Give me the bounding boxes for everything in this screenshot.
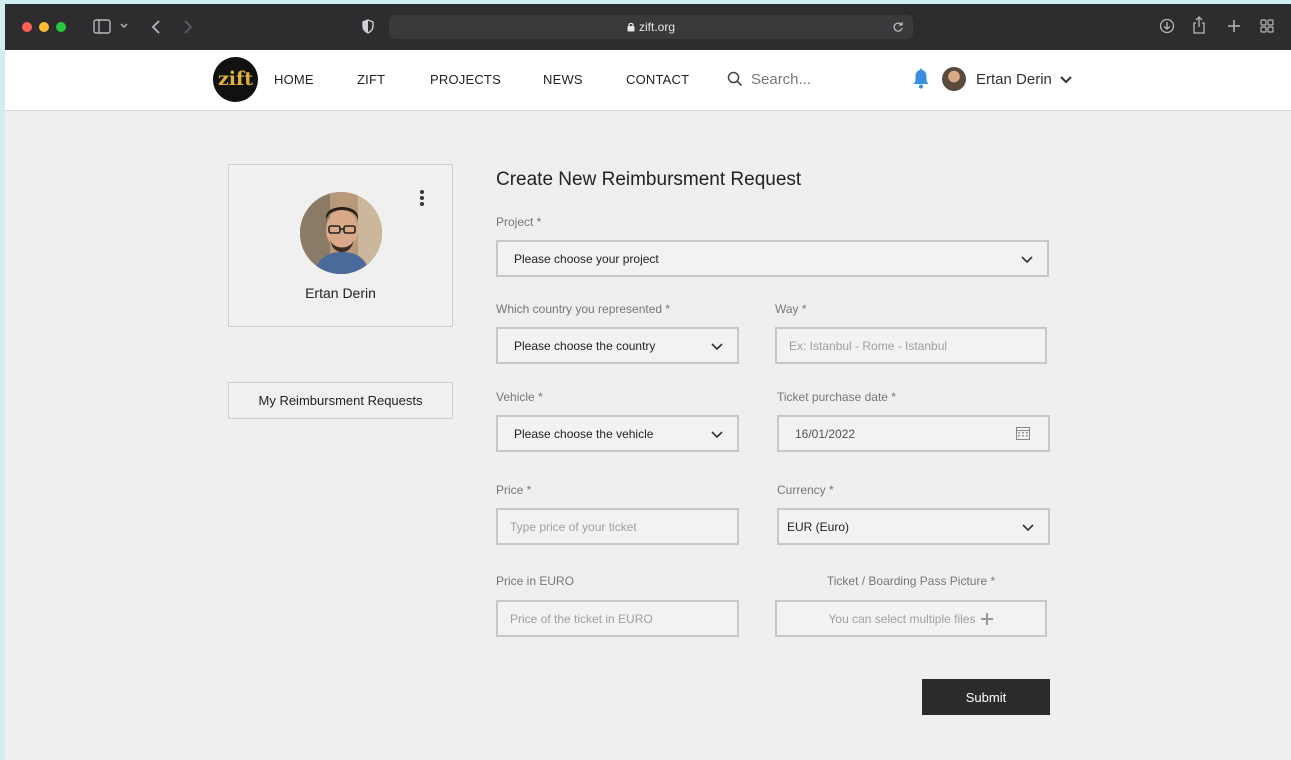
project-label: Project * [496,215,542,229]
lock-icon [627,22,635,32]
price-euro-input[interactable]: Price of the ticket in EURO [496,600,739,637]
vehicle-label: Vehicle * [496,390,543,404]
nav-contact[interactable]: CONTACT [626,72,689,87]
price-euro-input-placeholder: Price of the ticket in EURO [510,612,653,626]
country-label: Which country you represented * [496,302,671,316]
user-menu-name[interactable]: Ertan Derin [976,71,1052,88]
back-icon[interactable] [151,19,161,35]
plus-icon [981,613,994,625]
ticket-picture-placeholder: You can select multiple files [828,612,976,626]
chevron-down-icon [711,343,723,351]
nav-news[interactable]: NEWS [543,72,583,87]
forward-icon[interactable] [183,19,193,35]
ticket-date-input[interactable]: 16/01/2022 [777,415,1050,452]
ticket-picture-upload[interactable]: You can select multiple files [775,600,1047,637]
country-select[interactable]: Please choose the country [496,327,739,364]
chevron-down-icon[interactable] [1059,75,1073,85]
nav-projects[interactable]: PROJECTS [430,72,501,87]
profile-card: Ertan Derin [228,164,453,327]
privacy-shield-icon[interactable] [362,19,374,34]
browser-window: zift.org zift HOME ZIFT PROJECTS NEWS CO… [5,4,1291,760]
way-input[interactable]: Ex: Istanbul - Rome - Istanbul [775,327,1047,364]
price-euro-label: Price in EURO [496,574,575,588]
my-reimbursement-requests-button[interactable]: My Reimbursment Requests [228,382,453,419]
search-input[interactable]: Search... [751,71,811,88]
tab-overview-icon[interactable] [1260,19,1274,33]
user-avatar[interactable] [942,67,966,91]
url-value: zift.org [638,20,675,34]
nav-home[interactable]: HOME [274,72,314,87]
zoom-window-button[interactable] [56,22,66,32]
ticket-date-label: Ticket purchase date * [777,390,896,404]
vehicle-select-value: Please choose the vehicle [514,427,654,441]
notification-bell-icon[interactable] [911,68,931,90]
price-input-placeholder: Type price of your ticket [510,520,637,534]
chevron-down-icon [1021,256,1033,264]
ticket-date-value: 16/01/2022 [795,427,856,441]
price-label: Price * [496,483,532,497]
share-icon[interactable] [1192,16,1206,34]
browser-toolbar: zift.org [5,4,1291,50]
way-label: Way * [775,302,807,316]
profile-avatar [300,192,382,274]
currency-select[interactable]: EUR (Euro) [777,508,1050,545]
country-select-value: Please choose the country [514,339,656,353]
nav-zift[interactable]: ZIFT [357,72,385,87]
price-input[interactable]: Type price of your ticket [496,508,739,545]
project-select[interactable]: Please choose your project [496,240,1049,277]
more-options-icon[interactable] [420,190,424,208]
page-title: Create New Reimbursment Request [496,169,802,190]
vehicle-select[interactable]: Please choose the vehicle [496,415,739,452]
chevron-down-icon [1022,524,1034,532]
currency-label: Currency * [777,483,834,497]
close-window-button[interactable] [22,22,32,32]
reload-icon[interactable] [892,21,904,33]
calendar-icon[interactable] [1016,427,1030,440]
site-header: zift HOME ZIFT PROJECTS NEWS CONTACT Sea… [5,50,1291,111]
chevron-down-icon[interactable] [120,23,128,29]
ticket-picture-label: Ticket / Boarding Pass Picture * [826,574,996,588]
url-text: zift.org [389,20,913,34]
currency-select-value: EUR (Euro) [787,520,850,534]
sidebar-toggle-icon[interactable] [93,19,111,34]
profile-name: Ertan Derin [305,285,376,301]
new-tab-icon[interactable] [1227,19,1241,33]
address-bar[interactable]: zift.org [389,15,913,39]
search-icon[interactable] [726,70,744,88]
downloads-icon[interactable] [1159,18,1175,34]
site-logo[interactable]: zift [213,57,258,102]
way-input-placeholder: Ex: Istanbul - Rome - Istanbul [789,339,948,353]
submit-button[interactable]: Submit [922,679,1050,715]
project-select-value: Please choose your project [514,252,659,266]
chevron-down-icon [711,431,723,439]
minimize-window-button[interactable] [39,22,49,32]
